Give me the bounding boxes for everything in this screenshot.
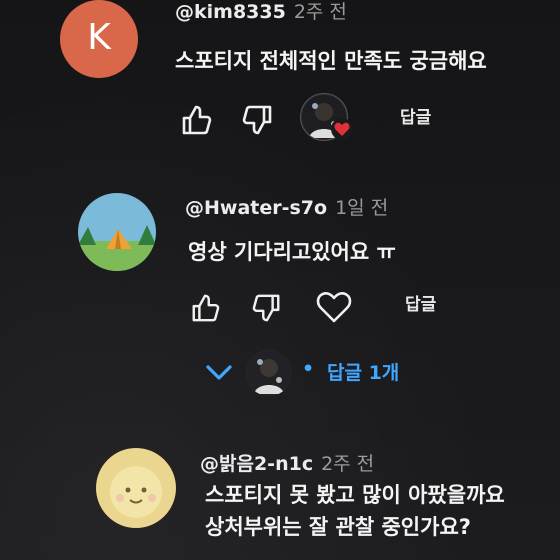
like-icon[interactable]: [180, 103, 212, 141]
comment-author[interactable]: @밝음2-n1c: [200, 453, 313, 475]
comment-time: 1일 전: [335, 197, 389, 219]
screen-glare: [0, 0, 560, 560]
reply-author-avatar: [246, 350, 292, 396]
avatar[interactable]: [96, 448, 176, 528]
comments-screen: K @kim8335 2주 전 스포티지 전체적인 만족도 궁금해요 답글 @H…: [0, 0, 560, 560]
reply-button[interactable]: 답글: [400, 103, 431, 128]
view-replies-row[interactable]: • 답글 1개: [200, 350, 460, 396]
dislike-icon[interactable]: [252, 292, 282, 328]
view-replies-button[interactable]: 답글 1개: [327, 358, 399, 385]
comment-text: 스포티지 전체적인 만족도 궁금해요: [175, 49, 487, 73]
reply-count-bullet: •: [302, 358, 315, 380]
comment-text-line: 상처부위는 잘 관찰 중인가요?: [205, 515, 471, 539]
comment-text: 영상 기다리고있어요 ㅠ: [188, 240, 396, 264]
reply-button[interactable]: 답글: [405, 290, 436, 315]
comment-author[interactable]: @kim8335: [175, 1, 286, 23]
comment-meta: @kim8335 2주 전: [175, 0, 347, 24]
chevron-down-icon[interactable]: [205, 364, 233, 386]
avatar[interactable]: K: [60, 0, 138, 78]
comment-text-line: 스포티지 못 봤고 많이 아팠을까요: [205, 483, 505, 507]
comment-time: 2주 전: [321, 453, 375, 475]
comment-time: 2주 전: [293, 1, 347, 23]
comment-meta: @밝음2-n1c 2주 전: [200, 449, 374, 476]
comment-meta: @Hwater-s7o 1일 전: [185, 193, 388, 220]
like-icon[interactable]: [190, 292, 220, 328]
comment-author[interactable]: @Hwater-s7o: [185, 197, 327, 219]
comment-actions: 답글: [190, 292, 490, 332]
heart-icon[interactable]: [315, 290, 353, 328]
avatar[interactable]: [78, 193, 156, 271]
heart-icon: [330, 117, 354, 145]
comment-actions: 답글: [180, 93, 480, 145]
dislike-icon[interactable]: [242, 103, 274, 141]
